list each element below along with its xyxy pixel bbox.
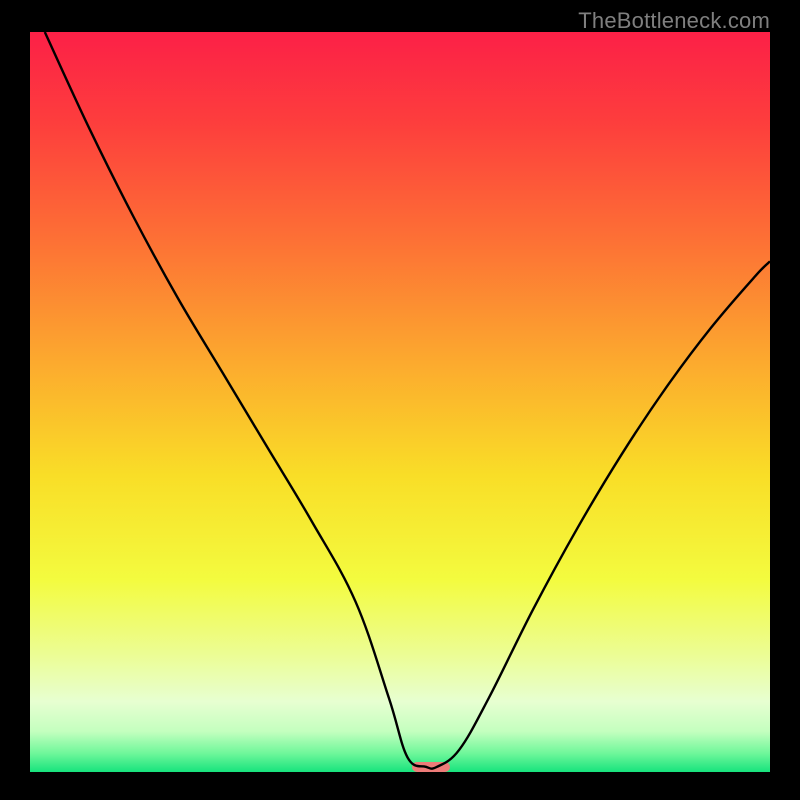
watermark-text: TheBottleneck.com: [578, 8, 770, 34]
plot-area: [30, 32, 770, 772]
bottleneck-curve: [45, 32, 770, 769]
curve-layer: [30, 32, 770, 772]
chart-frame: TheBottleneck.com: [0, 0, 800, 800]
